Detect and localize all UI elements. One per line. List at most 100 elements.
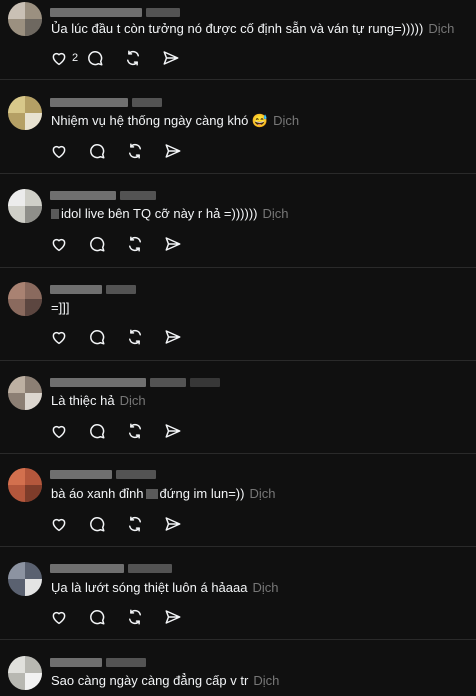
comment-item: Ủa lúc đầu t còn tưởng nó được cố định s… — [0, 0, 476, 80]
repost-button[interactable] — [126, 234, 164, 254]
avatar[interactable] — [8, 2, 42, 36]
comment-item: Sao càng ngày càng đẳng cấp v tr Dịch — [0, 641, 476, 696]
repost-icon — [129, 143, 141, 159]
avatar[interactable] — [8, 189, 42, 223]
avatar[interactable] — [8, 468, 42, 502]
like-button[interactable] — [50, 327, 88, 347]
translate-link[interactable]: Dịch — [263, 206, 289, 221]
share-button[interactable] — [164, 327, 202, 347]
comment-icon — [90, 517, 105, 532]
comment-text: Nhiệm vụ hệ thống ngày càng khó 😅 — [51, 113, 269, 128]
divider — [0, 546, 476, 547]
translate-link[interactable]: Dịch — [428, 21, 454, 36]
translate-link[interactable]: Dịch — [273, 113, 299, 128]
username-row[interactable] — [50, 189, 160, 201]
share-button[interactable] — [164, 421, 202, 441]
translate-link[interactable]: Dịch — [249, 486, 275, 501]
share-button[interactable] — [164, 607, 202, 627]
reply-button[interactable] — [88, 327, 126, 347]
comment-item: idol live bên TQ cỡ này r hả =)))))) Dịch — [0, 175, 476, 268]
comment-text-row: Ủa lúc đầu t còn tưởng nó được cố định s… — [51, 20, 456, 38]
repost-button[interactable] — [126, 607, 164, 627]
comment-icon — [90, 330, 105, 345]
action-bar — [50, 607, 202, 627]
like-button[interactable] — [50, 141, 88, 161]
username-row[interactable] — [50, 96, 166, 108]
heart-icon — [52, 238, 66, 252]
comment-item: =]]] — [0, 269, 476, 361]
like-button[interactable] — [50, 421, 88, 441]
translate-link[interactable]: Dịch — [120, 393, 146, 408]
comment-icon — [90, 424, 105, 439]
reply-button[interactable] — [88, 421, 126, 441]
username-row[interactable] — [50, 468, 160, 480]
send-icon — [165, 517, 181, 531]
reply-button[interactable] — [88, 234, 126, 254]
send-icon — [163, 51, 179, 65]
comment-icon — [90, 610, 105, 625]
repost-button[interactable] — [126, 327, 164, 347]
comment-text-row: Sao càng ngày càng đẳng cấp v tr Dịch — [51, 672, 456, 690]
avatar[interactable] — [8, 562, 42, 596]
share-button[interactable] — [162, 48, 200, 68]
action-bar — [50, 421, 202, 441]
comment-text: idol live bên TQ cỡ này r hả =)))))) — [61, 206, 258, 221]
username-row[interactable] — [50, 283, 140, 295]
repost-icon — [129, 609, 141, 625]
username-row[interactable] — [50, 656, 150, 668]
send-icon — [165, 144, 181, 158]
comment-text-start: bà áo xanh đỉnh — [51, 486, 144, 501]
like-button[interactable] — [50, 514, 88, 534]
like-button[interactable] — [50, 234, 88, 254]
comment-text-row: idol live bên TQ cỡ này r hả =)))))) Dịch — [51, 205, 456, 223]
reply-button[interactable] — [88, 141, 126, 161]
comment-text-end: đứng im lun=)) — [159, 486, 245, 501]
action-bar: 2 — [50, 48, 200, 68]
share-button[interactable] — [164, 234, 202, 254]
comment-item: bà áo xanh đỉnh đứng im lun=)) Dịch — [0, 455, 476, 547]
repost-button[interactable] — [126, 421, 164, 441]
like-count: 2 — [72, 52, 79, 64]
username-row[interactable] — [50, 562, 176, 574]
divider — [0, 360, 476, 361]
action-bar — [50, 327, 202, 347]
reply-button[interactable] — [88, 514, 126, 534]
comment-text-row: Là thiệc hả Dịch — [51, 392, 456, 410]
username-row[interactable] — [50, 6, 184, 18]
repost-button[interactable] — [126, 141, 164, 161]
comment-icon — [90, 237, 105, 252]
heart-icon — [52, 518, 66, 532]
heart-icon — [52, 145, 66, 159]
redacted-text — [51, 209, 59, 219]
send-icon — [165, 330, 181, 344]
translate-link[interactable]: Dịch — [252, 580, 278, 595]
like-button[interactable] — [50, 607, 88, 627]
avatar[interactable] — [8, 656, 42, 690]
action-bar — [50, 234, 202, 254]
share-button[interactable] — [164, 514, 202, 534]
redacted-text — [145, 489, 158, 499]
username-row[interactable] — [50, 376, 224, 388]
like-button[interactable]: 2 — [50, 48, 86, 68]
comment-item: Là thiệc hả Dịch — [0, 362, 476, 454]
reply-button[interactable] — [88, 607, 126, 627]
comment-text-row: =]]] — [51, 299, 456, 317]
repost-icon — [129, 329, 141, 345]
reply-button[interactable] — [86, 48, 124, 68]
share-button[interactable] — [164, 141, 202, 161]
repost-button[interactable] — [124, 48, 162, 68]
comment-feed: Ủa lúc đầu t còn tưởng nó được cố định s… — [0, 0, 476, 696]
comment-icon — [90, 144, 105, 159]
repost-icon — [127, 50, 139, 66]
send-icon — [165, 237, 181, 251]
comment-text-row: Ụa là lướt sóng thiệt luôn á hảaaa Dịch — [51, 579, 456, 597]
comment-item: Nhiệm vụ hệ thống ngày càng khó 😅 Dịch — [0, 81, 476, 174]
action-bar — [50, 514, 202, 534]
repost-button[interactable] — [126, 514, 164, 534]
avatar[interactable] — [8, 96, 42, 130]
translate-link[interactable]: Dịch — [253, 673, 279, 688]
comment-text: Là thiệc hả — [51, 393, 115, 408]
divider — [0, 267, 476, 268]
avatar[interactable] — [8, 376, 42, 410]
avatar[interactable] — [8, 282, 42, 316]
